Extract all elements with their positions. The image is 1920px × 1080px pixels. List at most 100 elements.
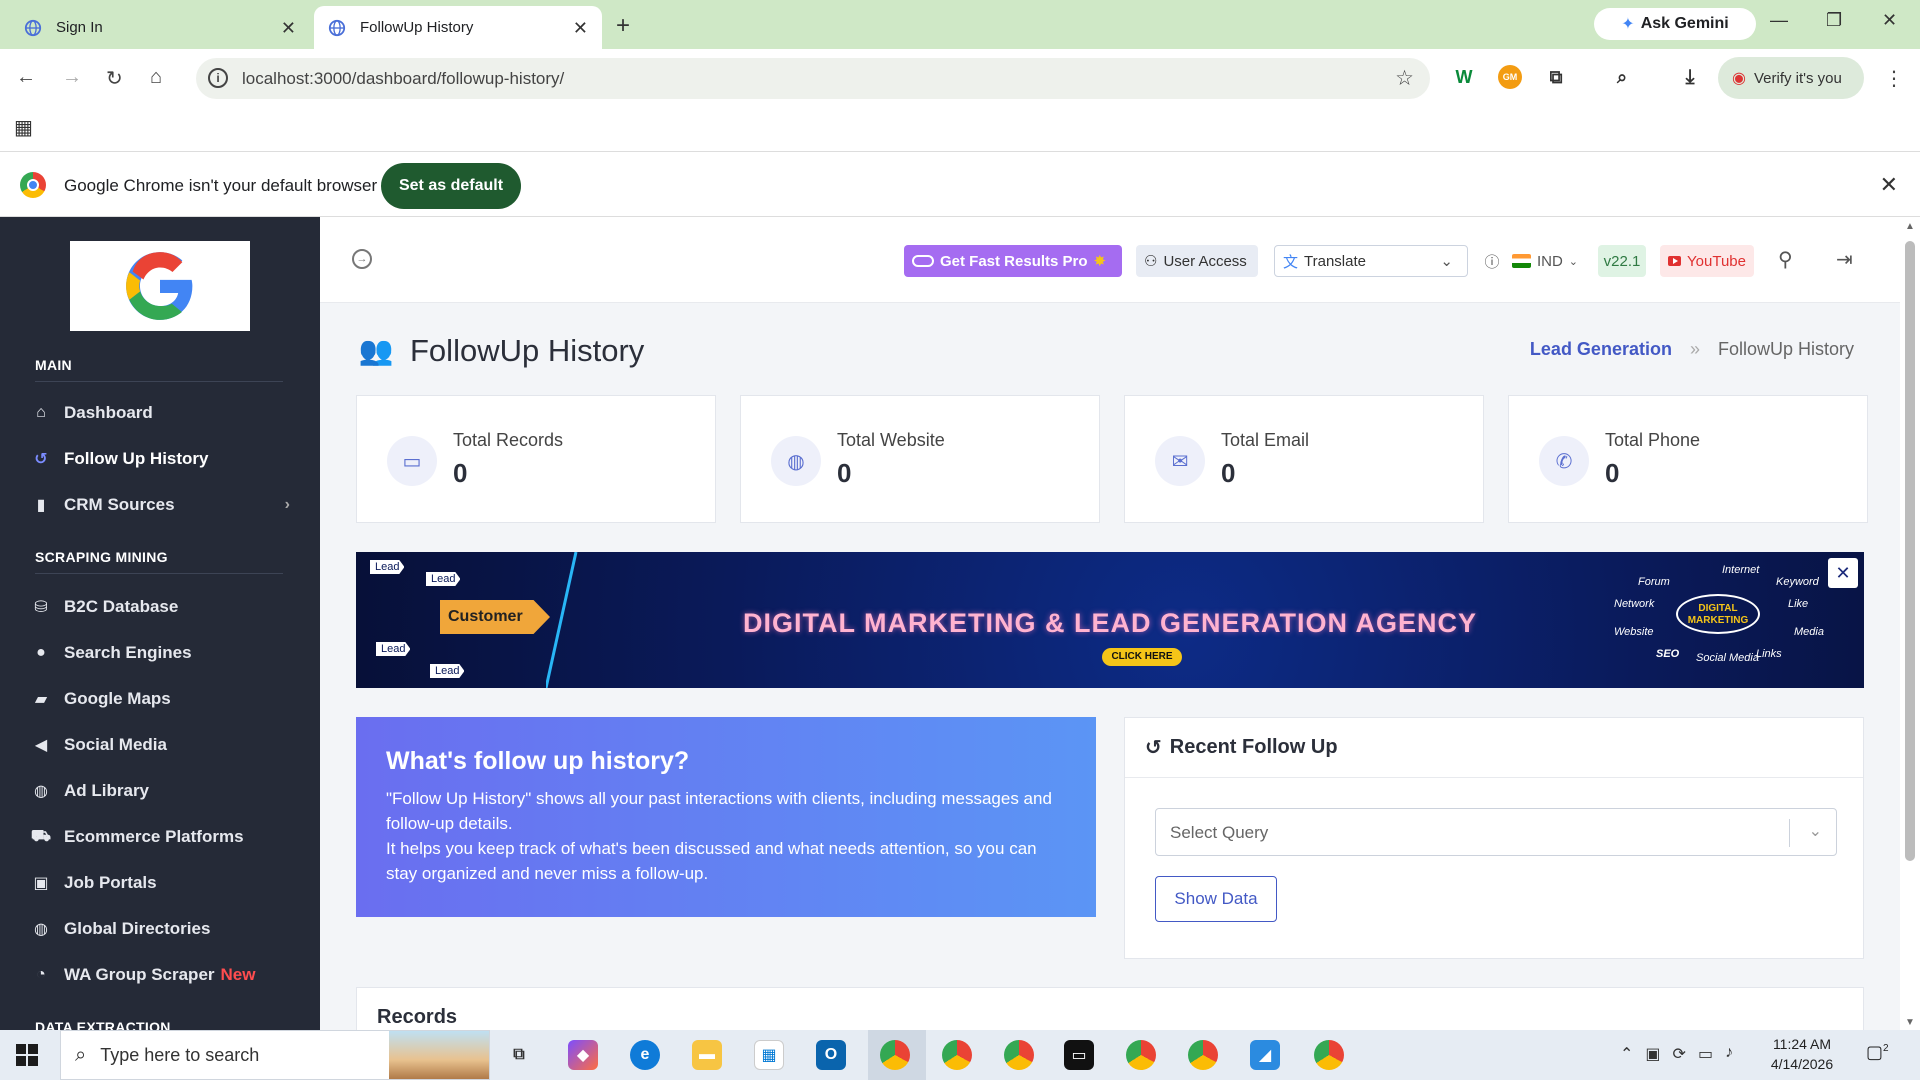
sidebar-item-dashboard[interactable]: ⌂ Dashboard [30, 398, 290, 428]
sidebar-item-ad-library[interactable]: ◍ Ad Library [30, 776, 290, 806]
page-scrollbar[interactable]: ▲ ▼ [1900, 217, 1920, 1030]
chrome-icon[interactable] [942, 1040, 972, 1070]
globe-icon: ◍ [771, 436, 821, 486]
sidebar-item-ecommerce-platforms[interactable]: ⛟ Ecommerce Platforms [30, 822, 290, 852]
sidebar-item-follow-up-history[interactable]: ↺ Follow Up History [30, 444, 290, 474]
notification-count: 2 [1883, 1043, 1889, 1054]
close-icon[interactable]: ✕ [281, 18, 296, 39]
sidebar-item-wa-group-scraper[interactable]: ◔ WA Group Scraper New [30, 960, 290, 990]
meet-now-icon[interactable]: ▣ [1645, 1044, 1660, 1064]
menu-kebab-icon[interactable]: ⋮ [1884, 66, 1904, 91]
tab-followup-history[interactable]: FollowUp History ✕ [314, 6, 602, 49]
sidebar-item-search-engines[interactable]: ● Search Engines [30, 638, 290, 668]
stat-value: 0 [453, 458, 468, 488]
close-icon[interactable]: ✕ [573, 18, 588, 39]
file-explorer-icon[interactable]: ▬ [692, 1040, 722, 1070]
reload-icon[interactable]: ↻ [106, 66, 123, 91]
tab-search-icon[interactable]: ⌕ [1610, 65, 1634, 89]
banner-word: Links [1756, 648, 1782, 660]
sidebar-item-global-directories[interactable]: ◍ Global Directories [30, 914, 290, 944]
banner-word: Like [1788, 598, 1809, 610]
scroll-down-icon[interactable]: ▼ [1905, 1017, 1915, 1028]
terminal-icon[interactable]: ▭ [1064, 1040, 1094, 1070]
sidebar-item-crm-sources[interactable]: ▮ CRM Sources › [30, 490, 290, 520]
network-icon[interactable]: ▭ [1698, 1044, 1713, 1064]
taskbar-search-input[interactable]: ⌕ Type here to search [60, 1030, 490, 1080]
taskbar-clock[interactable]: 11:24 AM 4/14/2026 [1752, 1034, 1852, 1074]
get-fast-results-pro-button[interactable]: Get Fast Results Pro ✸ [904, 245, 1122, 277]
show-data-button[interactable]: Show Data [1155, 876, 1277, 922]
info-card: What's follow up history? "Follow Up His… [356, 717, 1096, 917]
logout-icon[interactable]: ⇥ [1836, 247, 1853, 272]
edge-icon[interactable]: e [630, 1040, 660, 1070]
sidebar-item-label: B2C Database [64, 597, 179, 616]
address-bar[interactable]: i localhost:3000/dashboard/followup-hist… [196, 58, 1430, 99]
home-icon[interactable]: ⌂ [150, 66, 162, 89]
outlook-icon[interactable]: O [816, 1040, 846, 1070]
scroll-thumb[interactable] [1905, 241, 1915, 861]
chrome-icon[interactable] [1188, 1040, 1218, 1070]
maximize-icon[interactable]: ❐ [1826, 10, 1842, 31]
w-extension-icon[interactable]: W [1452, 65, 1476, 89]
section-title-data-extraction: DATA EXTRACTION [35, 1019, 171, 1030]
minimize-icon[interactable]: — [1770, 10, 1788, 31]
lead-arrow: Lead [426, 572, 461, 586]
records-card: Records [356, 987, 1864, 1030]
stat-card-total-phone: ✆ Total Phone 0 [1508, 395, 1868, 523]
banner-click-here-button[interactable]: CLICK HERE [1102, 648, 1182, 666]
notification-icon[interactable]: ▢2 [1866, 1042, 1889, 1063]
chevron-up-icon[interactable]: ⌃ [1620, 1044, 1633, 1064]
google-logo[interactable] [70, 241, 250, 331]
clock-date: 4/14/2026 [1770, 1056, 1834, 1072]
store-icon[interactable]: ▦ [754, 1040, 784, 1070]
user-access-button[interactable]: ⚇ User Access [1136, 245, 1258, 277]
sidebar-toggle-icon[interactable]: → [352, 249, 372, 269]
verify-profile-button[interactable]: ◉ Verify it's you [1718, 57, 1864, 99]
gm-extension-icon[interactable]: GM [1498, 65, 1522, 89]
url-text[interactable]: localhost:3000/dashboard/followup-histor… [242, 69, 564, 89]
close-icon[interactable]: ✕ [1880, 172, 1898, 198]
photos-icon[interactable]: ◢ [1250, 1040, 1280, 1070]
ask-gemini-button[interactable]: ✦ Ask Gemini [1594, 8, 1756, 40]
bookmark-star-icon[interactable]: ☆ [1395, 66, 1414, 91]
extensions-puzzle-icon[interactable]: ⧉ [1544, 65, 1568, 89]
chrome-icon[interactable] [880, 1040, 910, 1070]
youtube-button[interactable]: YouTube [1660, 245, 1754, 277]
volume-icon[interactable]: ♪ [1725, 1044, 1733, 1064]
task-view-icon[interactable]: ⧉ [504, 1040, 534, 1070]
search-icon: ⌕ [75, 1043, 87, 1066]
tab-sign-in[interactable]: Sign In ✕ [10, 6, 310, 49]
back-icon[interactable]: ← [16, 66, 36, 89]
country-select[interactable]: IND ⌄ [1508, 245, 1582, 277]
chrome-icon[interactable] [1004, 1040, 1034, 1070]
top-navbar: → Get Fast Results Pro ✸ ⚇ User Access 文… [320, 217, 1900, 303]
sidebar-item-b2c-database[interactable]: ⛁ B2C Database [30, 592, 290, 622]
download-icon[interactable]: ⤓ [1678, 65, 1702, 89]
windows-start-icon[interactable] [16, 1044, 38, 1066]
user-icon[interactable]: ⚲ [1778, 247, 1793, 272]
set-as-default-button[interactable]: Set as default [381, 163, 521, 209]
stat-card-total-records: ▭ Total Records 0 [356, 395, 716, 523]
new-tab-icon[interactable]: + [616, 12, 630, 40]
window-close-icon[interactable]: ✕ [1882, 10, 1897, 31]
close-icon[interactable]: ✕ [1828, 558, 1858, 588]
recent-follow-up-header: ↺ Recent Follow Up [1125, 718, 1863, 778]
breadcrumb-lead-generation[interactable]: Lead Generation [1530, 339, 1672, 360]
sidebar-item-job-portals[interactable]: ▣ Job Portals [30, 868, 290, 898]
site-info-icon[interactable]: i [208, 68, 228, 88]
select-query-dropdown[interactable]: Select Query ⌄ [1155, 808, 1837, 856]
promo-banner[interactable]: Lead Lead Lead Lead Customer DIGITAL MAR… [356, 552, 1864, 688]
chrome-icon[interactable] [1126, 1040, 1156, 1070]
sync-icon[interactable]: ⟳ [1673, 1044, 1686, 1064]
scroll-up-icon[interactable]: ▲ [1905, 221, 1915, 232]
forward-icon[interactable]: → [62, 66, 82, 89]
chrome-icon[interactable] [1314, 1040, 1344, 1070]
apps-grid-icon[interactable]: ▦ [14, 115, 33, 140]
version-badge: v22.1 [1598, 245, 1646, 277]
help-icon[interactable]: ⓘ [1478, 245, 1506, 277]
sidebar-item-google-maps[interactable]: ▰ Google Maps [30, 684, 290, 714]
sidebar: MAIN ⌂ Dashboard ↺ Follow Up History ▮ C… [0, 217, 320, 1030]
copilot-icon[interactable]: ◆ [568, 1040, 598, 1070]
translate-select[interactable]: 文 Translate ⌄ [1274, 245, 1468, 277]
sidebar-item-social-media[interactable]: ◀ Social Media [30, 730, 290, 760]
